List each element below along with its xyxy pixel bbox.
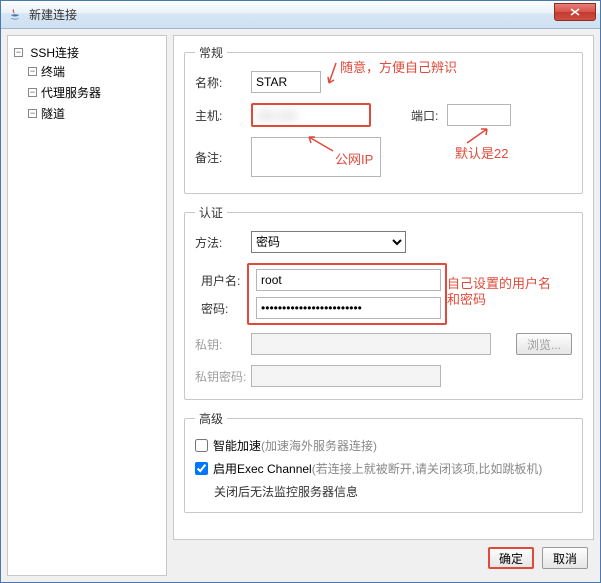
- java-icon: [7, 7, 23, 23]
- label-name: 名称:: [195, 74, 251, 91]
- accel-sublabel: (加速海外服务器连接): [261, 437, 377, 454]
- content-area: − SSH连接 −终端 −代理服务器 −隧道 常规: [1, 29, 600, 582]
- legend-general: 常规: [195, 44, 227, 61]
- annotation-userpass-hint-1: 自己设置的用户名: [447, 273, 551, 292]
- host-input[interactable]: xxx xxx: [251, 103, 371, 127]
- tree-item-proxy[interactable]: 代理服务器: [41, 86, 101, 100]
- tree-item-tunnel[interactable]: 隧道: [41, 107, 65, 121]
- legend-advanced: 高级: [195, 410, 227, 427]
- form-panels: 常规 随意，方便自己辨识 名称: 主机: xxx xxx 端口:: [173, 35, 594, 540]
- browse-button: 浏览...: [516, 333, 572, 355]
- port-input[interactable]: [447, 104, 511, 126]
- fieldset-advanced: 高级 智能加速 (加速海外服务器连接) 启用Exec Channel (若连接上…: [184, 410, 583, 513]
- password-input[interactable]: [256, 297, 441, 319]
- close-button[interactable]: [554, 3, 596, 21]
- label-port: 端口:: [411, 107, 447, 124]
- label-method: 方法:: [195, 234, 251, 251]
- name-input[interactable]: [251, 71, 321, 93]
- cancel-button[interactable]: 取消: [542, 547, 588, 569]
- window-title: 新建连接: [29, 6, 77, 23]
- dialog-footer: 确定 取消: [173, 540, 594, 576]
- accel-checkbox[interactable]: [195, 439, 208, 452]
- exec-sublabel: (若连接上就被断开,请关闭该项,比如跳板机): [312, 460, 543, 477]
- username-input[interactable]: [256, 269, 441, 291]
- titlebar: 新建连接: [1, 1, 600, 29]
- remark-input[interactable]: [251, 137, 381, 177]
- fieldset-general: 常规 随意，方便自己辨识 名称: 主机: xxx xxx 端口:: [184, 44, 583, 194]
- main-panel: 常规 随意，方便自己辨识 名称: 主机: xxx xxx 端口:: [173, 35, 594, 576]
- keypass-input: [251, 365, 441, 387]
- annotation-userpass-hint-2: 和密码: [447, 289, 486, 308]
- accel-label: 智能加速: [213, 437, 261, 454]
- tree-root[interactable]: SSH连接: [30, 46, 79, 60]
- label-username: 用户名:: [201, 272, 256, 289]
- tree-item-terminal[interactable]: 终端: [41, 65, 65, 79]
- label-keypass: 私钥密码:: [195, 368, 251, 385]
- fieldset-auth: 认证 方法: 密码 用户名: 密码:: [184, 204, 583, 400]
- tree-toggle-icon[interactable]: −: [28, 109, 37, 118]
- method-select[interactable]: 密码: [251, 231, 406, 253]
- sidebar: − SSH连接 −终端 −代理服务器 −隧道: [7, 35, 167, 576]
- label-password: 密码:: [201, 300, 256, 317]
- label-privatekey: 私钥:: [195, 336, 251, 353]
- exec-note: 关闭后无法监控服务器信息: [214, 483, 572, 500]
- label-remark: 备注:: [195, 149, 251, 166]
- tree: − SSH连接 −终端 −代理服务器 −隧道: [14, 42, 160, 126]
- ok-button[interactable]: 确定: [488, 547, 534, 569]
- exec-checkbox[interactable]: [195, 462, 208, 475]
- legend-auth: 认证: [195, 204, 227, 221]
- dialog-window: 新建连接 − SSH连接 −终端 −代理服务器 −隧道: [0, 0, 601, 583]
- tree-toggle-icon[interactable]: −: [28, 88, 37, 97]
- tree-toggle-icon[interactable]: −: [28, 67, 37, 76]
- tree-toggle-icon[interactable]: −: [14, 48, 23, 57]
- privatekey-input: [251, 333, 491, 355]
- label-host: 主机:: [195, 107, 251, 124]
- exec-label: 启用Exec Channel: [213, 460, 312, 477]
